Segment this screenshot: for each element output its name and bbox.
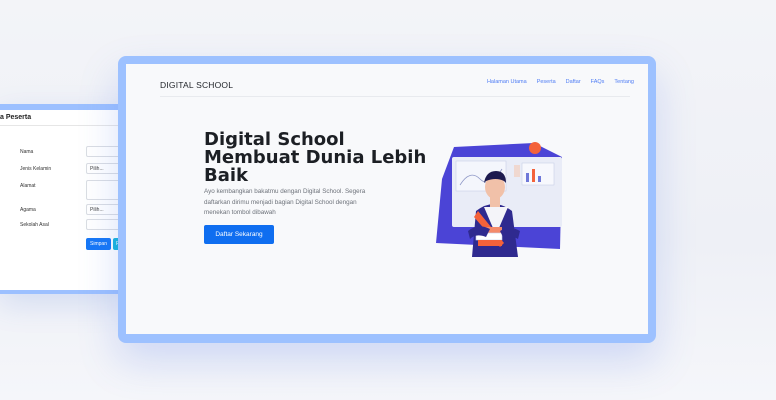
- header-divider: [160, 96, 630, 97]
- form-divider: [0, 125, 124, 126]
- nav-faqs[interactable]: FAQs: [591, 79, 605, 85]
- label-jenis-kelamin: Jenis Kelamin: [20, 166, 52, 172]
- register-now-button[interactable]: Daftar Sekarang: [204, 225, 274, 244]
- hero-title-line: Baik: [204, 165, 249, 186]
- form-window: a Peserta Nama Jenis Kelamin Pilih... Al…: [0, 110, 124, 290]
- teacher-illustration-icon: [436, 142, 562, 257]
- label-agama: Agama: [20, 207, 36, 213]
- nav-halaman-utama[interactable]: Halaman Utama: [487, 79, 527, 85]
- label-nama: Nama: [20, 149, 34, 155]
- landing-window-frame: DIGITAL SCHOOL Halaman Utama Peserta Daf…: [118, 56, 656, 343]
- nav-tentang[interactable]: Tentang: [614, 79, 634, 85]
- hero-text-line: daftarkan dirimu menjadi bagian Digital …: [204, 198, 357, 206]
- brand-logo[interactable]: DIGITAL SCHOOL: [160, 80, 233, 90]
- hero-description: Ayo kembangkan bakatmu dengan Digital Sc…: [204, 187, 394, 219]
- top-nav: Halaman Utama Peserta Daftar FAQs Tentan…: [487, 79, 634, 85]
- hero-text-line: Ayo kembangkan bakatmu dengan Digital Sc…: [204, 188, 366, 195]
- form-title: a Peserta: [0, 114, 32, 121]
- hero-title: Digital School Membuat Dunia Lebih Baik: [204, 131, 426, 186]
- landing-page: DIGITAL SCHOOL Halaman Utama Peserta Daf…: [126, 64, 648, 334]
- save-button[interactable]: Simpan: [86, 238, 111, 250]
- label-alamat: Alamat: [20, 183, 36, 189]
- nav-daftar[interactable]: Daftar: [566, 79, 581, 85]
- form-window-frame: a Peserta Nama Jenis Kelamin Pilih... Al…: [0, 104, 130, 294]
- nav-peserta[interactable]: Peserta: [537, 79, 556, 85]
- label-sekolah-asal: Sekolah Asal: [20, 222, 49, 228]
- hero-text-line: menekan tombol dibawah: [204, 209, 276, 216]
